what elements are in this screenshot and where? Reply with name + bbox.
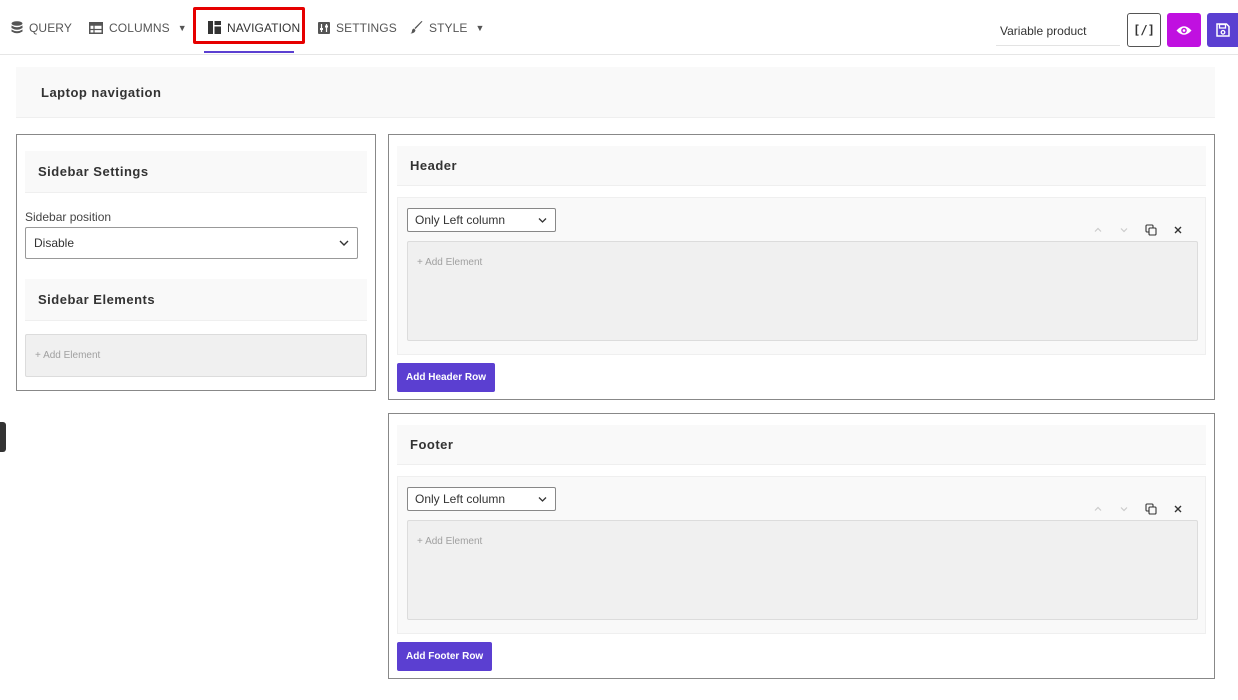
- tab-style-label: STYLE: [429, 20, 468, 35]
- close-icon: [1174, 505, 1182, 513]
- chevron-up-icon: [1094, 227, 1102, 232]
- save-button[interactable]: [1207, 13, 1238, 47]
- chevron-down-icon: ▼: [177, 22, 187, 33]
- sidebar-position-select[interactable]: Disable: [25, 227, 358, 259]
- chevron-down-icon: [1120, 507, 1128, 512]
- footer-column-value: Only Left column: [415, 492, 506, 506]
- chevron-down-icon: [339, 240, 349, 246]
- preview-button[interactable]: [1167, 13, 1201, 47]
- add-header-row-button[interactable]: Add Header Row: [397, 363, 496, 392]
- tab-style[interactable]: STYLE ▼: [410, 0, 485, 55]
- close-icon: [1174, 226, 1182, 234]
- move-down-button[interactable]: [1117, 502, 1131, 516]
- chevron-down-icon: [538, 497, 547, 502]
- tab-query-label: QUERY: [29, 20, 72, 35]
- header-column-value: Only Left column: [415, 213, 506, 227]
- duplicate-row-button[interactable]: [1144, 502, 1158, 516]
- database-icon: [11, 21, 23, 34]
- side-drawer-handle[interactable]: [0, 422, 6, 452]
- footer-panel: Footer Only Left column + Add Element Ad…: [388, 413, 1215, 679]
- sidebar-settings-title: Sidebar Settings: [25, 151, 367, 193]
- layout-icon: [208, 21, 221, 34]
- chevron-down-icon: [1120, 228, 1128, 233]
- save-icon: [1215, 23, 1230, 37]
- move-up-button[interactable]: [1091, 502, 1105, 516]
- tab-settings-label: SETTINGS: [336, 20, 397, 35]
- delete-row-button[interactable]: [1171, 502, 1185, 516]
- product-type-field[interactable]: [996, 17, 1120, 46]
- chevron-up-icon: [1094, 506, 1102, 511]
- add-footer-row-button[interactable]: Add Footer Row: [397, 642, 493, 671]
- delete-row-button[interactable]: [1171, 223, 1185, 237]
- tab-settings[interactable]: SETTINGS: [318, 0, 397, 55]
- tab-navigation-label: NAVIGATION: [227, 20, 301, 35]
- footer-title: Footer: [397, 425, 1206, 465]
- sidebar-add-element[interactable]: + Add Element: [25, 334, 367, 377]
- duplicate-row-button[interactable]: [1144, 223, 1158, 237]
- tab-query[interactable]: QUERY: [11, 0, 72, 55]
- page-title: Laptop navigation: [16, 67, 1215, 118]
- footer-add-element[interactable]: + Add Element: [407, 520, 1198, 620]
- eye-icon: [1176, 25, 1192, 35]
- table-icon: [89, 21, 103, 34]
- chevron-down-icon: [538, 218, 547, 223]
- footer-row: Only Left column + Add Element: [397, 476, 1206, 634]
- copy-icon: [1145, 224, 1157, 236]
- sidebar-position-label: Sidebar position: [25, 210, 112, 224]
- tab-columns-label: COLUMNS: [109, 20, 170, 35]
- sliders-icon: [318, 21, 330, 34]
- header-title: Header: [397, 146, 1206, 186]
- header-panel: Header Only Left column + Add Element Ad…: [388, 134, 1215, 400]
- brush-icon: [410, 21, 423, 34]
- copy-icon: [1145, 503, 1157, 515]
- active-tab-indicator: [204, 51, 294, 53]
- chevron-down-icon: ▼: [475, 22, 485, 33]
- shortcode-button[interactable]: [/]: [1127, 13, 1161, 47]
- tab-columns[interactable]: COLUMNS ▼: [89, 0, 187, 55]
- footer-column-select[interactable]: Only Left column: [407, 487, 556, 511]
- sidebar-elements-title: Sidebar Elements: [25, 279, 367, 321]
- move-down-button[interactable]: [1117, 223, 1131, 237]
- sidebar-panel: Sidebar Settings Sidebar position Disabl…: [16, 134, 376, 391]
- header-add-element[interactable]: + Add Element: [407, 241, 1198, 341]
- sidebar-position-value: Disable: [34, 236, 75, 250]
- top-toolbar: QUERY COLUMNS ▼ NAVIGATION SETTINGS STYL…: [0, 0, 1238, 55]
- header-column-select[interactable]: Only Left column: [407, 208, 556, 232]
- tab-navigation[interactable]: NAVIGATION: [208, 0, 300, 55]
- header-row: Only Left column + Add Element: [397, 197, 1206, 355]
- move-up-button[interactable]: [1091, 223, 1105, 237]
